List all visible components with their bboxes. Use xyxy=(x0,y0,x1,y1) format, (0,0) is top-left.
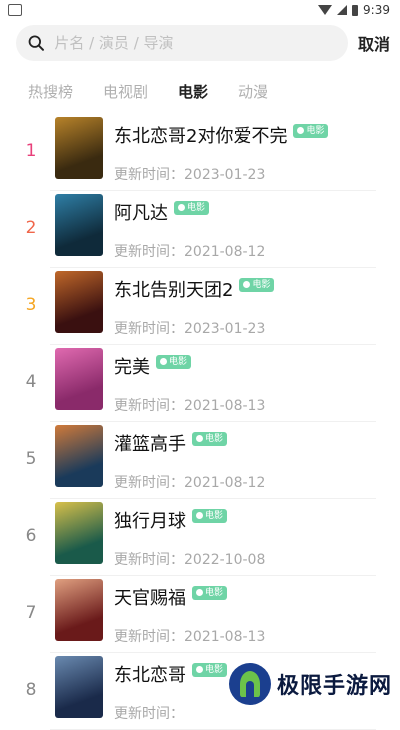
update-date: 更新时间：2022-10-08 xyxy=(114,552,266,568)
movie-title-row: 独行月球 电影 xyxy=(114,507,228,533)
update-date: 更新时间：2021-08-12 xyxy=(114,475,266,491)
movie-tag-badge: 电影 xyxy=(293,124,329,138)
rank-number: 1 xyxy=(25,141,37,161)
rank-number: 6 xyxy=(25,526,37,546)
tag-dot-icon xyxy=(196,666,203,673)
poster-image[interactable] xyxy=(55,348,103,410)
tab-tv-series[interactable]: 电视剧 xyxy=(103,81,148,102)
poster-image[interactable] xyxy=(55,425,103,487)
battery-icon xyxy=(352,4,359,16)
search-bar: 取消 xyxy=(16,25,390,61)
tag-label: 电影 xyxy=(169,357,188,367)
update-date: 更新时间：2021-08-12 xyxy=(114,244,266,260)
tab-anime[interactable]: 动漫 xyxy=(238,81,268,102)
movie-title-row: 天官赐福 电影 xyxy=(114,584,228,610)
poster-image[interactable] xyxy=(55,271,103,333)
poster-image[interactable] xyxy=(55,502,103,564)
tag-dot-icon xyxy=(196,589,203,596)
movie-title: 独行月球 xyxy=(114,511,186,532)
update-date: 更新时间：2021-08-13 xyxy=(114,629,266,645)
rank-number: 7 xyxy=(25,603,37,623)
signal-icon xyxy=(337,5,348,15)
tag-label: 电影 xyxy=(205,434,224,444)
poster-image[interactable] xyxy=(55,579,103,641)
image-notification-icon xyxy=(8,4,22,16)
search-icon xyxy=(28,35,44,51)
movie-list: 1 东北恋哥2对你爱不完 电影 更新时间：2023-01-23 2 阿凡达 电影 更新时间：2… xyxy=(0,114,400,730)
update-date: 更新时间：2023-01-23 xyxy=(114,321,266,337)
poster-image[interactable] xyxy=(55,194,103,256)
list-item[interactable]: 3 东北告别天团2 电影更新时间：2023-01-23 xyxy=(0,268,400,345)
list-item[interactable]: 5 灌篮高手 电影更新时间：2021-08-12 xyxy=(0,422,400,499)
tag-dot-icon xyxy=(196,435,203,442)
list-item[interactable]: 1 东北恋哥2对你爱不完 电影更新时间：2023-01-23 xyxy=(0,114,400,191)
movie-title-row: 灌篮高手 电影 xyxy=(114,430,228,456)
movie-tag-badge: 电影 xyxy=(192,432,228,446)
poster-image[interactable] xyxy=(55,117,103,179)
list-item[interactable]: 4 完美 电影更新时间：2021-08-13 xyxy=(0,345,400,422)
movie-tag-badge: 电影 xyxy=(239,278,275,292)
list-item[interactable]: 2 阿凡达 电影更新时间：2021-08-12 xyxy=(0,191,400,268)
rank-number: 8 xyxy=(25,680,37,700)
movie-tag-badge: 电影 xyxy=(192,586,228,600)
rank-number: 3 xyxy=(25,295,37,315)
movie-title-row: 东北告别天团2 电影 xyxy=(114,276,275,302)
movie-tag-badge: 电影 xyxy=(192,663,228,677)
tag-label: 电影 xyxy=(205,588,224,598)
rank-number: 2 xyxy=(25,218,37,238)
movie-title: 东北恋哥 xyxy=(114,665,186,686)
tab-hot-search[interactable]: 热搜榜 xyxy=(28,81,73,102)
tab-movie[interactable]: 电影 xyxy=(178,81,208,102)
tag-dot-icon xyxy=(297,127,305,134)
movie-tag-badge: 电影 xyxy=(156,355,192,369)
movie-tag-badge: 电影 xyxy=(174,201,210,215)
watermark-text: 极限手游网 xyxy=(276,674,392,699)
movie-title: 阿凡达 xyxy=(114,203,168,224)
watermark-logo-icon xyxy=(228,663,271,705)
cancel-button[interactable]: 取消 xyxy=(358,31,390,55)
movie-title-row: 东北恋哥2对你爱不完 电影 xyxy=(114,122,329,148)
update-date: 更新时间：2023-01-23 xyxy=(114,167,266,183)
tag-label: 电影 xyxy=(205,665,224,675)
category-tabs: 热搜榜 电视剧 电影 动漫 xyxy=(28,81,400,102)
movie-tag-badge: 电影 xyxy=(192,509,228,523)
rank-number: 4 xyxy=(25,372,37,392)
tag-dot-icon xyxy=(160,358,167,365)
movie-title: 东北告别天团2 xyxy=(114,280,234,301)
movie-title: 东北恋哥2对你爱不完 xyxy=(114,126,288,147)
tag-label: 电影 xyxy=(252,280,271,290)
tag-label: 电影 xyxy=(205,511,224,521)
movie-title-row: 阿凡达 电影 xyxy=(114,199,210,225)
wifi-icon xyxy=(318,5,333,15)
movie-title-row: 完美 电影 xyxy=(114,353,192,379)
tag-dot-icon xyxy=(243,281,251,288)
update-date: 更新时间： xyxy=(114,706,184,722)
watermark: 极限手游网 xyxy=(228,663,392,705)
rank-number: 5 xyxy=(25,449,37,469)
list-item[interactable]: 7 天官赐福 电影更新时间：2021-08-13 xyxy=(0,576,400,653)
list-item[interactable]: 6 独行月球 电影更新时间：2022-10-08 xyxy=(0,499,400,576)
poster-image[interactable] xyxy=(55,656,103,718)
tag-dot-icon xyxy=(196,512,203,519)
search-input[interactable] xyxy=(52,33,336,53)
tag-label: 电影 xyxy=(187,203,206,213)
movie-title: 完美 xyxy=(114,357,150,378)
movie-title-row: 东北恋哥 电影 xyxy=(114,661,228,687)
update-date: 更新时间：2021-08-13 xyxy=(114,398,266,414)
movie-title: 灌篮高手 xyxy=(114,434,186,455)
status-time: 9:39 xyxy=(363,3,390,17)
search-box[interactable] xyxy=(16,25,348,61)
status-bar: 9:39 xyxy=(0,0,400,20)
movie-title: 天官赐福 xyxy=(114,588,186,609)
status-icons: 9:39 xyxy=(318,3,390,17)
tag-label: 电影 xyxy=(306,126,325,136)
tag-dot-icon xyxy=(178,204,185,211)
